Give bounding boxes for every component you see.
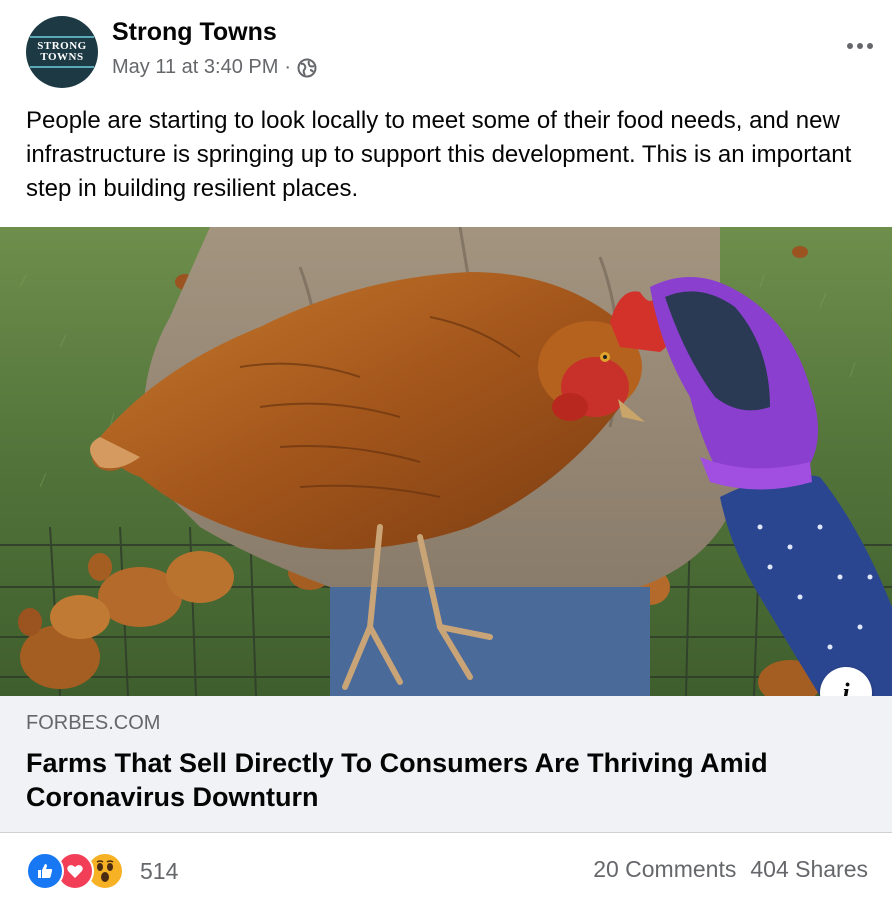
chicken-photo [0, 227, 892, 696]
page-name-link[interactable]: Strong Towns [112, 18, 277, 47]
link-preview-card[interactable]: FORBES.COM Farms That Sell Directly To C… [0, 696, 892, 833]
logo-divider [30, 66, 94, 68]
post-message: People are starting to look locally to m… [26, 107, 852, 202]
avatar-logo-text: STRONG TOWNS [37, 40, 87, 63]
logo-divider [30, 36, 94, 38]
post-timestamp[interactable]: May 11 at 3:40 PM [112, 56, 278, 79]
shares-count[interactable]: 404 Shares [750, 856, 868, 883]
post-meta: May 11 at 3:40 PM · [112, 56, 317, 79]
avatar[interactable]: STRONG TOWNS [26, 16, 98, 88]
like-icon [26, 852, 64, 890]
post-footer: 514 20 Comments 404 Shares [26, 848, 868, 894]
more-options-dot [867, 43, 873, 49]
globe-icon[interactable] [297, 58, 317, 78]
more-options-button[interactable] [840, 26, 880, 66]
reaction-count[interactable]: 514 [140, 858, 178, 885]
link-preview-image[interactable] [0, 227, 892, 696]
more-options-icon [847, 43, 853, 49]
post-header: STRONG TOWNS Strong Towns May 11 at 3:40… [26, 16, 873, 88]
meta-separator: · [284, 56, 292, 78]
facebook-post: STRONG TOWNS Strong Towns May 11 at 3:40… [0, 0, 892, 906]
link-title[interactable]: Farms That Sell Directly To Consumers Ar… [26, 746, 866, 814]
engagement-counts: 20 Comments 404 Shares [593, 856, 868, 883]
comments-count[interactable]: 20 Comments [593, 856, 736, 883]
reactions-summary[interactable]: 514 [26, 852, 178, 890]
more-options-dot [857, 43, 863, 49]
link-domain: FORBES.COM [26, 712, 161, 734]
